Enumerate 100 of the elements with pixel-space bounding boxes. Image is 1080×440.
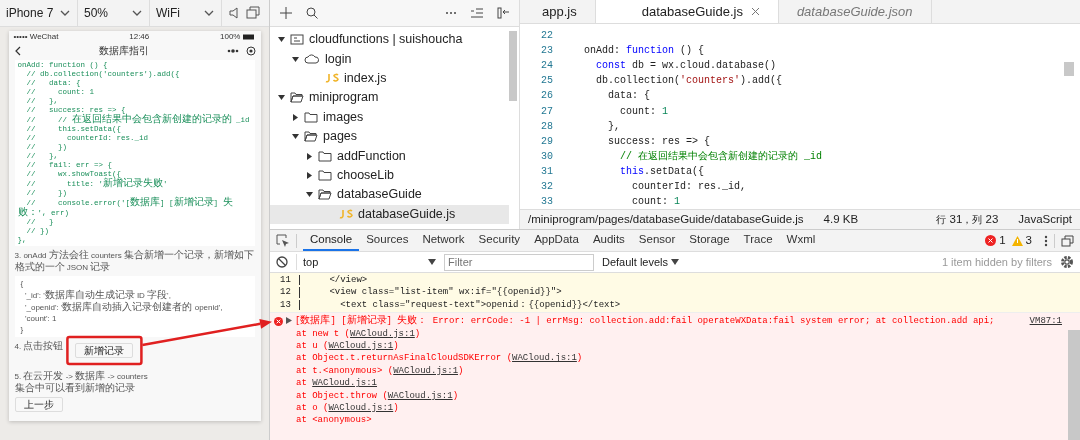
window-icon[interactable] — [246, 6, 260, 20]
tree-item[interactable]: chooseLib — [270, 165, 509, 186]
tree-item[interactable]: databaseGuide — [270, 185, 509, 205]
tree-item[interactable]: cloudfunctions | suishoucha — [270, 30, 509, 50]
source-link[interactable]: VM87:1 — [1029, 315, 1062, 328]
editor-tab[interactable]: databaseGuide.js — [595, 0, 779, 23]
source-link[interactable]: WACloud.js:1 — [328, 341, 394, 352]
inspect-icon[interactable] — [276, 233, 290, 248]
code-line: count: 1 — [631, 195, 681, 209]
code-line: db.collection('counters').add({ — [595, 74, 783, 89]
code-line: </view> — [328, 274, 368, 287]
line-number: 27 — [540, 104, 554, 119]
code-line: data: { — [607, 89, 650, 104]
zoom-select[interactable]: 50% — [78, 0, 150, 26]
devtools-tab[interactable]: Console — [303, 230, 360, 251]
file-size: 4.9 KB — [823, 211, 859, 227]
line-number: 32 — [540, 180, 554, 194]
tree-item[interactable]: databaseGuide.js — [270, 204, 509, 224]
more-icon[interactable] — [225, 48, 240, 54]
scrollbar[interactable] — [1068, 330, 1080, 440]
open-folder-icon — [290, 92, 304, 104]
warning-count: 3 — [1025, 232, 1032, 248]
filter-field[interactable]: Filter — [444, 253, 594, 271]
step-text: 3. onAdd 方法会往 counters 集合新增一个记录，新增如下格式的一个 JSON 记录 — [14, 249, 255, 273]
battery-label: 100% — [220, 32, 241, 42]
code-line: onAdd: function () { — [583, 44, 705, 59]
scrollbar[interactable] — [509, 31, 517, 101]
code-line: { — [20, 278, 25, 289]
clear-icon[interactable] — [276, 256, 288, 268]
source-link[interactable]: WACloud.js:1 — [393, 365, 459, 376]
settings-icon[interactable] — [1060, 255, 1074, 269]
source-link[interactable]: WACloud.js:1 — [350, 328, 415, 339]
devtools-tab[interactable]: Security — [471, 230, 528, 251]
code-line: success: res => { — [607, 134, 711, 149]
code-line: const db = wx.cloud.database() — [595, 59, 777, 74]
device-select[interactable]: iPhone 7 — [0, 0, 78, 26]
speaker-icon[interactable] — [228, 6, 240, 20]
expanded-icon — [306, 191, 313, 199]
add-record-button[interactable]: 新增记录 — [75, 343, 134, 358]
devtools-tab[interactable]: Storage — [682, 230, 737, 251]
battery-icon — [243, 34, 256, 40]
network-select[interactable]: WiFi — [150, 0, 222, 26]
collapsed-icon — [292, 113, 299, 121]
editor-tab[interactable]: databaseGuide.json — [778, 0, 932, 23]
sidebar-toggle-icon[interactable] — [497, 7, 509, 19]
tree-item[interactable]: pages — [270, 126, 509, 147]
error-icon — [985, 235, 997, 246]
devtools-tab[interactable]: Trace — [736, 230, 780, 251]
source-link[interactable]: WACloud.js:1 — [512, 353, 577, 364]
devtools-tab[interactable]: Sources — [359, 230, 416, 251]
tree-item[interactable]: addFunction — [270, 146, 509, 166]
add-icon[interactable] — [280, 7, 292, 19]
undock-icon[interactable] — [1061, 234, 1074, 247]
tree-item[interactable]: images — [270, 107, 509, 127]
devtools-tab[interactable]: Audits — [585, 230, 632, 251]
code-line: 'count': 1 — [23, 313, 58, 324]
open-folder-icon — [318, 189, 332, 201]
devtools-tab[interactable]: Sensor — [631, 230, 683, 251]
js-file-icon — [325, 73, 339, 84]
tree-item[interactable]: index.js — [270, 68, 509, 89]
warning-icon — [1011, 235, 1023, 246]
devtools-tab[interactable]: Wxml — [779, 230, 823, 251]
tree-item[interactable]: login — [270, 49, 509, 69]
tree-item[interactable]: miniprogram — [270, 88, 509, 108]
line-number: 33 — [540, 195, 554, 209]
code-line: this.setData({ — [619, 164, 705, 179]
more-icon[interactable] — [1044, 234, 1048, 247]
search-icon[interactable] — [306, 7, 318, 19]
folder-icon — [304, 111, 318, 123]
caret-icon — [131, 8, 143, 18]
page-title: 数据库指引 — [98, 45, 149, 57]
js-file-icon — [339, 209, 353, 220]
back-icon[interactable] — [13, 46, 22, 56]
folder-icon — [318, 169, 332, 181]
source-link[interactable]: WACloud.js:1 — [387, 390, 453, 401]
code-line: }, — [607, 119, 620, 134]
editor-tab[interactable]: app.js — [520, 0, 596, 23]
context-select[interactable]: top — [296, 253, 436, 271]
error-message: [数据库] [新增记录] 失败： Error: errCode: -1 | errMsg: collection.add:fail operateWXData:fail system error; at collection.add api; — [295, 315, 996, 328]
expanded-icon — [292, 133, 299, 141]
folder-icon — [318, 150, 332, 162]
code-line: '_id': '数据库自动生成记录 ID 字段', — [23, 289, 172, 301]
source-link[interactable]: WACloud.js:1 — [312, 378, 377, 389]
line-number: 11 — [280, 274, 291, 287]
line-number: 28 — [540, 119, 554, 134]
code-line: // 在返回结果中会包含新创建的记录的 _id — [619, 149, 823, 164]
language-mode: JavaScript — [1018, 211, 1072, 227]
code-line: } — [20, 324, 25, 335]
levels-select[interactable]: Default levels — [602, 253, 680, 271]
collapsed-icon — [306, 152, 313, 160]
devtools-tab[interactable]: Network — [415, 230, 472, 251]
source-link[interactable]: WACloud.js:1 — [328, 403, 394, 414]
scrollbar[interactable] — [1064, 62, 1074, 76]
step-text: 4. 点击按钮 — [14, 340, 64, 352]
expand-icon[interactable] — [286, 317, 292, 325]
line-number: 23 — [540, 44, 554, 59]
devtools-tab[interactable]: AppData — [527, 230, 586, 251]
cloud-icon — [304, 53, 320, 65]
previous-button[interactable]: 上一步 — [14, 397, 63, 412]
cursor-position: 行 31，列 23 — [936, 211, 999, 227]
